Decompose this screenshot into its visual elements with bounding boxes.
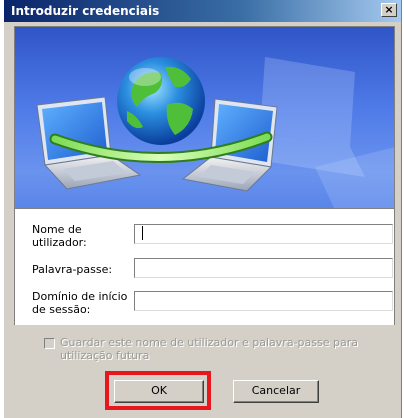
remember-checkbox[interactable]: [44, 338, 55, 349]
password-input[interactable]: [134, 258, 393, 278]
network-illustration: [36, 57, 394, 208]
username-label: Nome de utilizador:: [32, 223, 87, 249]
remember-label: Guardar este nome de utilizador e palavr…: [60, 336, 358, 362]
text-caret: [142, 226, 143, 240]
title-bar[interactable]: Introduzir credenciais ×: [4, 0, 401, 22]
password-label: Palavra-passe:: [32, 263, 113, 276]
ok-button[interactable]: OK: [114, 380, 204, 403]
domain-label: Domínio de início de sessão:: [32, 290, 128, 316]
network-banner: [14, 26, 395, 209]
credentials-dialog: Introduzir credenciais × Nome de utiliza…: [3, 0, 402, 418]
close-button[interactable]: ×: [381, 3, 397, 17]
close-icon: ×: [384, 3, 394, 16]
cancel-button[interactable]: Cancelar: [233, 380, 319, 403]
domain-input[interactable]: [134, 291, 393, 311]
globe-icon: [117, 57, 205, 145]
dialog-title: Introduzir credenciais: [11, 4, 160, 18]
username-input[interactable]: [134, 224, 393, 244]
